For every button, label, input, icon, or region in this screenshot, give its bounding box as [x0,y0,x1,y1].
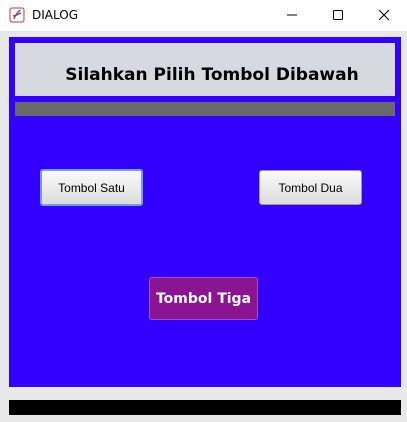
maximize-button[interactable] [315,0,361,31]
tombol-tiga-button[interactable]: Tombol Tiga [149,277,258,320]
title-bar[interactable]: DIALOG [0,0,407,31]
window-title: DIALOG [32,8,78,22]
close-button[interactable] [361,0,407,31]
maximize-icon [332,6,344,25]
bottom-bar [9,400,401,415]
separator-bar [15,102,395,116]
minimize-icon [286,6,298,25]
header-title: Silahkan Pilih Tombol Dibawah [65,65,359,85]
tombol-dua-button[interactable]: Tombol Dua [259,170,362,205]
app-icon [9,7,25,23]
minimize-button[interactable] [269,0,315,31]
header-panel: Silahkan Pilih Tombol Dibawah [15,43,395,96]
close-icon [378,6,390,25]
tombol-satu-button[interactable]: Tombol Satu [40,169,143,206]
